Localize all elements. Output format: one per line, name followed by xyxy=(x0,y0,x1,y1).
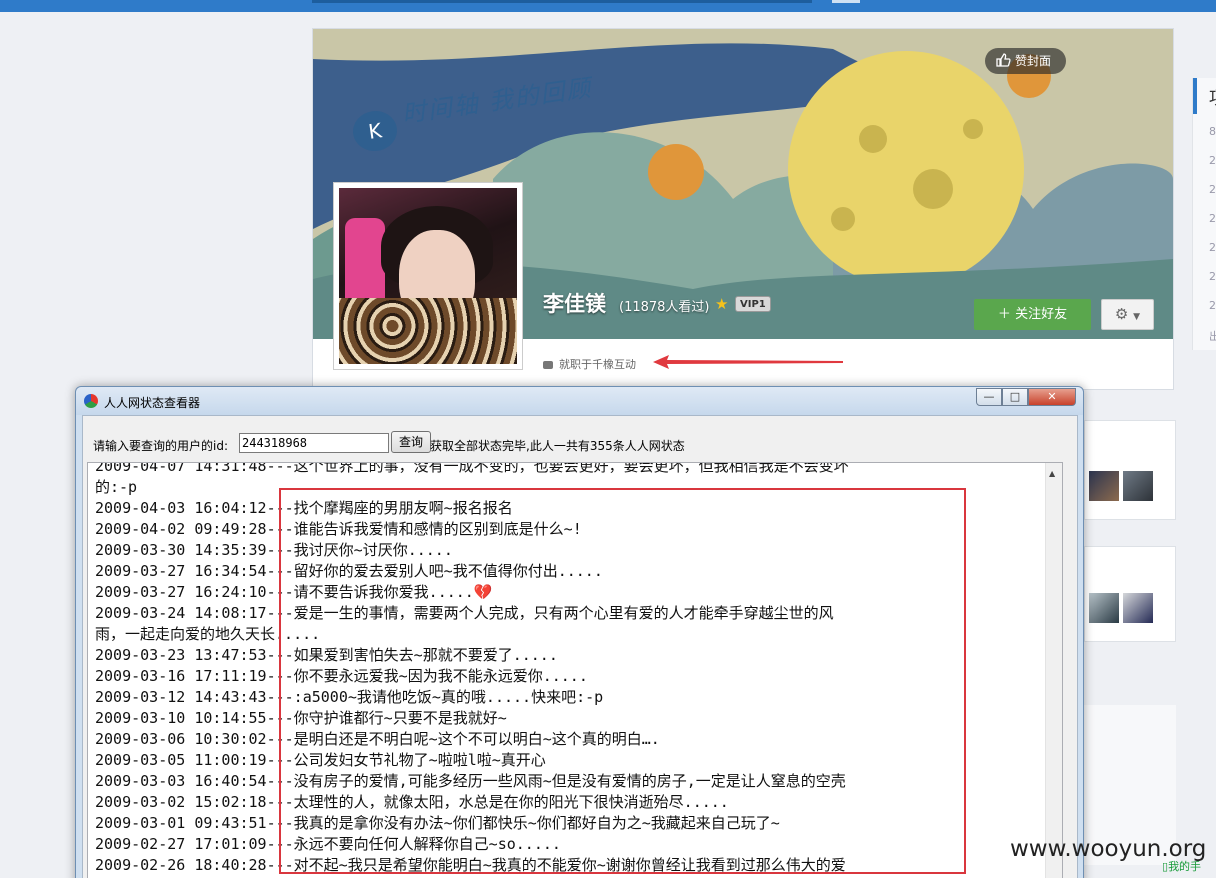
status-line: 2009-04-03 16:04:12---找个摩羯座的男朋友啊~报名报名 xyxy=(95,499,513,517)
status-line: 2009-03-12 14:43:43---:a5000~我请他吃饭~真的哦..… xyxy=(95,688,604,706)
status-line: 2009-03-03 16:40:54---没有房子的爱情,可能多经历一些风雨~… xyxy=(95,772,846,790)
close-button[interactable]: ✕ xyxy=(1028,388,1076,406)
visitors-widget xyxy=(1084,546,1176,642)
visitor-avatar[interactable] xyxy=(1123,593,1153,623)
status-line: 2009-03-10 10:14:55---你守护谁都行~只要不是我就好~ xyxy=(95,709,507,727)
status-line: 的:-p xyxy=(95,478,138,496)
status-line: 2009-03-16 17:11:19---你不要永远爱我~因为我不能永远爱你.… xyxy=(95,667,588,685)
status-line: 雨，一起走向爱的地久天长..... xyxy=(95,625,321,643)
sidebar-item[interactable]: 2 xyxy=(1209,212,1216,225)
sidebar-item[interactable]: 2 xyxy=(1209,154,1216,167)
status-line: 2009-03-01 09:43:51---我真的是拿你没有办法~你们都快乐~你… xyxy=(95,814,780,832)
right-sidebar: 项 8 2 2 2 2 2 2 出 xyxy=(1192,78,1216,350)
app-icon xyxy=(84,394,98,408)
status-line: 2009-03-24 14:08:17---爱是一生的事情，需要两个人完成，只有… xyxy=(95,604,834,622)
window-client-area: 请输入要查询的用户的id: 244318968 查询 获取全部状态完毕,此人一共… xyxy=(82,415,1078,878)
plus-icon: ＋ xyxy=(997,307,1011,322)
sidebar-item[interactable]: 2 xyxy=(1209,270,1216,283)
sidebar-item[interactable]: 8 xyxy=(1209,125,1216,138)
like-cover-label: 赞封面 xyxy=(1015,54,1052,68)
query-button[interactable]: 查询 xyxy=(391,431,431,453)
maximize-button[interactable]: □ xyxy=(1002,388,1028,406)
status-line: 2009-02-26 18:40:28---对不起~我只是希望你能明白~我真的不… xyxy=(95,856,846,874)
status-line: 2009-03-30 14:35:39---我讨厌你~讨厌你..... xyxy=(95,541,453,559)
status-lines: 2009-04-07 14:31:48---这个世界上的事，没有一成不变的，也要… xyxy=(95,462,849,876)
status-line: 2009-03-05 11:00:19---公司发妇女节礼物了~啦啦l啦~真开心 xyxy=(95,751,546,769)
friend-avatar[interactable] xyxy=(1089,471,1119,501)
visitor-avatar[interactable] xyxy=(1089,593,1119,623)
profile-card: K 时间轴 我的回顾 赞封面 李佳镁 (11878人看过) ★ VIP1 ＋ 关… xyxy=(312,28,1174,390)
sidebar-item[interactable]: 2 xyxy=(1209,183,1216,196)
follow-friend-label: 关注好友 xyxy=(1015,307,1068,322)
sidebar-item[interactable]: 2 xyxy=(1209,241,1216,254)
status-line: 2009-03-27 16:34:54---留好你的爱去爱别人吧~我不值得你付出… xyxy=(95,562,603,580)
avatar[interactable] xyxy=(333,182,523,370)
minimize-button[interactable]: — xyxy=(976,388,1002,406)
settings-dropdown-button[interactable]: ⚙ ▼ xyxy=(1101,299,1154,330)
employment-info: 就职于千橡互动 xyxy=(543,356,636,372)
employment-text: 就职于千橡互动 xyxy=(559,358,636,371)
view-count: (11878人看过) xyxy=(619,300,710,315)
status-line: 2009-03-06 10:30:02---是明白还是不明白呢~这个不可以明白~… xyxy=(95,730,660,748)
status-viewer-window: 人人网状态查看器 — □ ✕ 请输入要查询的用户的id: 244318968 查… xyxy=(75,386,1084,878)
star-icon: ★ xyxy=(715,295,729,313)
chevron-down-icon: ▼ xyxy=(1133,312,1141,322)
user-id-input[interactable]: 244318968 xyxy=(239,433,389,453)
status-line: 2009-04-02 09:49:28---谁能告诉我爱情和感情的区别到底是什么… xyxy=(95,520,582,538)
window-title: 人人网状态查看器 xyxy=(104,396,201,410)
avatar-photo xyxy=(339,188,517,364)
sidebar-item[interactable]: 2 xyxy=(1209,299,1216,312)
id-prompt-label: 请输入要查询的用户的id: xyxy=(93,439,228,453)
sidebar-item[interactable]: 项 xyxy=(1209,84,1216,110)
vertical-scrollbar[interactable]: ▲ xyxy=(1045,463,1062,878)
like-cover-button[interactable]: 赞封面 xyxy=(985,48,1066,74)
mobile-link-label: 我的手 xyxy=(1168,860,1202,873)
window-titlebar[interactable]: 人人网状态查看器 — □ ✕ xyxy=(76,387,1083,415)
status-line: 2009-03-02 15:02:18---太理性的人，就像太阳，水总是在你的阳… xyxy=(95,793,729,811)
profile-name: 李佳镁 xyxy=(543,292,606,316)
gear-icon: ⚙ xyxy=(1114,305,1129,323)
thumbs-up-icon xyxy=(996,53,1011,67)
search-button[interactable] xyxy=(832,0,860,3)
briefcase-icon xyxy=(543,361,553,369)
status-line: 2009-04-07 14:31:48---这个世界上的事，没有一成不变的，也要… xyxy=(95,462,849,475)
scroll-up-icon[interactable]: ▲ xyxy=(1049,469,1055,478)
status-output-textarea[interactable]: 2009-04-07 14:31:48---这个世界上的事，没有一成不变的，也要… xyxy=(87,462,1063,878)
status-line: 2009-02-27 17:01:09---永远不要向任何人解释你自己~so..… xyxy=(95,835,561,853)
friends-widget xyxy=(1084,420,1176,520)
search-bar[interactable] xyxy=(312,0,812,3)
follow-friend-button[interactable]: ＋ 关注好友 xyxy=(974,299,1091,330)
sidebar-item[interactable]: 出 xyxy=(1209,328,1216,344)
status-line: 2009-03-23 13:47:53---如果爱到害怕失去~那就不要爱了...… xyxy=(95,646,558,664)
vip-badge[interactable]: VIP1 xyxy=(735,296,771,312)
mobile-link[interactable]: ▯我的手 xyxy=(1162,858,1201,874)
status-message: 获取全部状态完毕,此人一共有355条人人网状态 xyxy=(430,439,685,453)
top-navigation-bar xyxy=(0,0,1216,12)
status-line: 2009-03-27 16:24:10---请不要告诉我你爱我.....💔 xyxy=(95,583,493,601)
annotation-arrow xyxy=(653,355,843,369)
friend-avatar[interactable] xyxy=(1123,471,1153,501)
